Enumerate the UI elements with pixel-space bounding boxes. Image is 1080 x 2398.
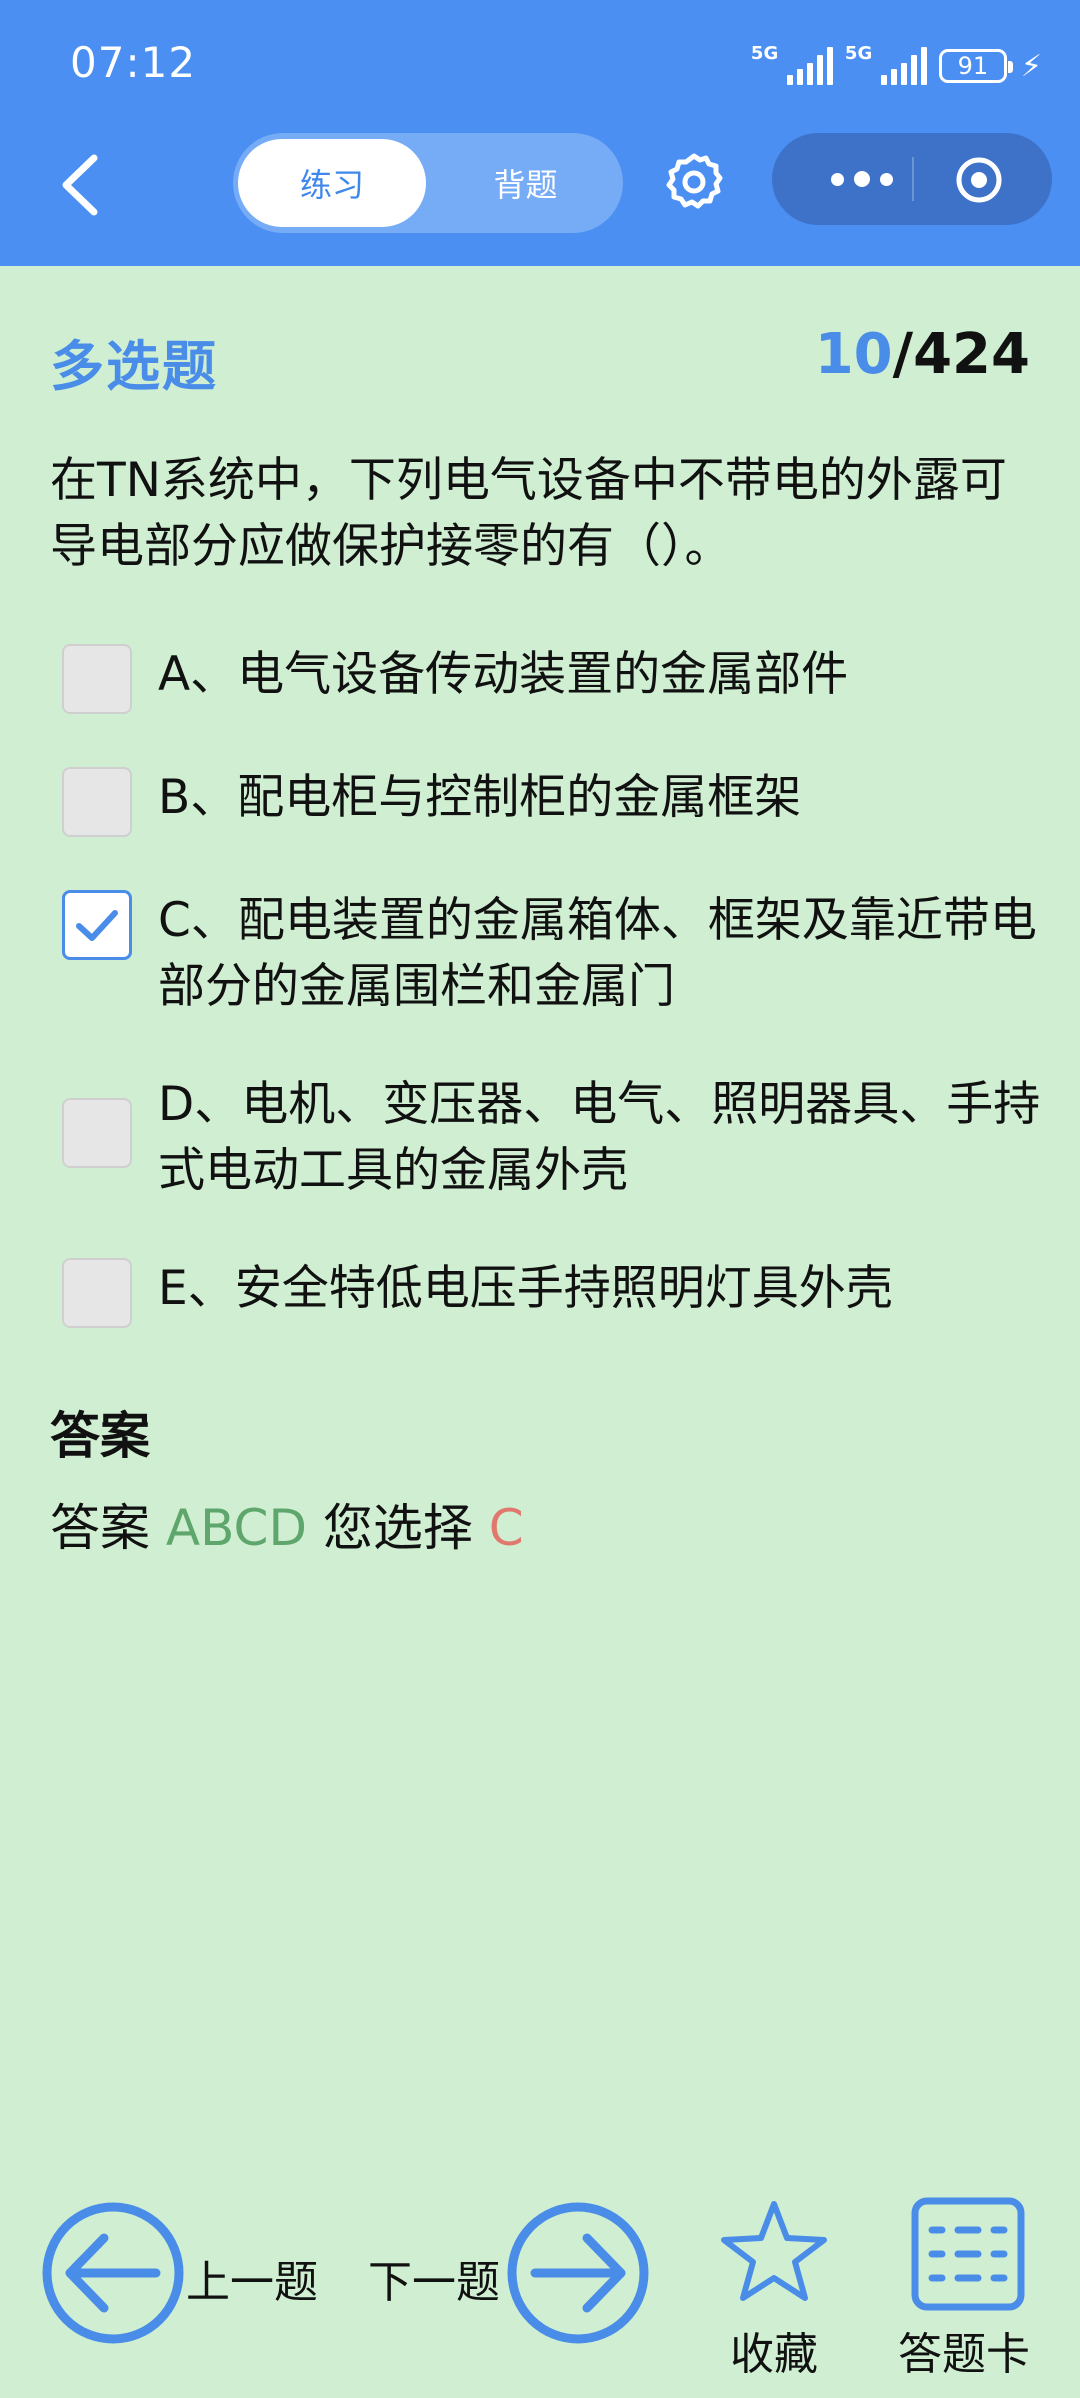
chosen-answer: C	[488, 1499, 524, 1557]
option-b[interactable]: B、配电柜与控制柜的金属框架	[62, 765, 1042, 837]
close-target-icon[interactable]	[954, 155, 1004, 205]
favorite-button[interactable]: 收藏	[730, 2318, 818, 2382]
option-d-checkbox[interactable]	[62, 1098, 132, 1168]
tab-practice[interactable]: 练习	[238, 139, 426, 227]
charging-icon: ⚡	[1020, 48, 1042, 84]
mini-program-capsule	[772, 133, 1052, 225]
status-icons: 5G 5G 91 ⚡	[751, 43, 1042, 88]
option-c-checkbox[interactable]	[62, 890, 132, 960]
back-arrow-icon[interactable]	[52, 150, 112, 220]
option-d[interactable]: D、电机、变压器、电气、照明器具、手持式电动工具的金属外壳	[62, 1072, 1042, 1204]
correct-answer: ABCD	[165, 1499, 307, 1557]
option-c[interactable]: C、配电装置的金属箱体、框架及靠近带电部分的金属围栏和金属门	[62, 888, 1042, 1020]
option-e[interactable]: E、安全特低电压手持照明灯具外壳	[62, 1256, 1042, 1328]
answer-prefix: 答案	[50, 1499, 150, 1557]
more-icon[interactable]	[812, 133, 912, 225]
tab-recite[interactable]: 背题	[433, 139, 618, 227]
next-question-button[interactable]: 下一题	[368, 2246, 500, 2310]
prev-arrow-icon[interactable]	[40, 2200, 186, 2346]
answer-heading: 答案	[50, 1407, 150, 1465]
check-icon	[76, 910, 118, 941]
question-counter: 10/424	[815, 322, 1030, 387]
next-arrow-icon[interactable]	[505, 2200, 651, 2346]
battery-level: 91	[957, 52, 989, 80]
option-e-checkbox[interactable]	[62, 1258, 132, 1328]
answer-line: 答案 ABCD 您选择 C	[50, 1488, 524, 1560]
signal-1-label: 5G	[750, 43, 779, 64]
star-icon[interactable]	[718, 2198, 830, 2310]
option-b-checkbox[interactable]	[62, 767, 132, 837]
option-a[interactable]: A、电气设备传动装置的金属部件	[62, 642, 1042, 714]
option-e-label: E、安全特低电压手持照明灯具外壳	[158, 1261, 893, 1316]
option-d-label: D、电机、变压器、电气、照明器具、手持式电动工具的金属外壳	[158, 1077, 1041, 1198]
option-a-checkbox[interactable]	[62, 644, 132, 714]
current-index: 10	[814, 322, 893, 387]
prev-question-button[interactable]: 上一题	[186, 2246, 318, 2310]
option-c-label: C、配电装置的金属箱体、框架及靠近带电部分的金属围栏和金属门	[158, 893, 1037, 1014]
status-time: 07:12	[70, 38, 197, 87]
counter-separator: /	[892, 322, 914, 387]
top-bar: 07:12 5G 5G 91 ⚡ 练习 背题	[0, 0, 1080, 266]
mode-switch: 练习 背题	[233, 133, 623, 233]
signal-icon: 5G	[751, 43, 833, 85]
answer-card-icon[interactable]	[910, 2196, 1026, 2312]
signal-icon: 5G	[845, 43, 927, 85]
signal-2-label: 5G	[844, 43, 873, 64]
question-type: 多选题	[50, 335, 218, 398]
answer-card-button[interactable]: 答题卡	[898, 2318, 1030, 2382]
option-b-label: B、配电柜与控制柜的金属框架	[158, 770, 802, 825]
question-text: 在TN系统中，下列电气设备中不带电的外露可导电部分应做保护接零的有（）。	[50, 453, 1007, 574]
chosen-prefix: 您选择	[322, 1499, 473, 1557]
total-count: 424	[913, 322, 1030, 387]
option-a-label: A、电气设备传动装置的金属部件	[158, 647, 849, 702]
gear-icon[interactable]	[662, 150, 726, 214]
battery-icon: 91	[938, 49, 1013, 83]
